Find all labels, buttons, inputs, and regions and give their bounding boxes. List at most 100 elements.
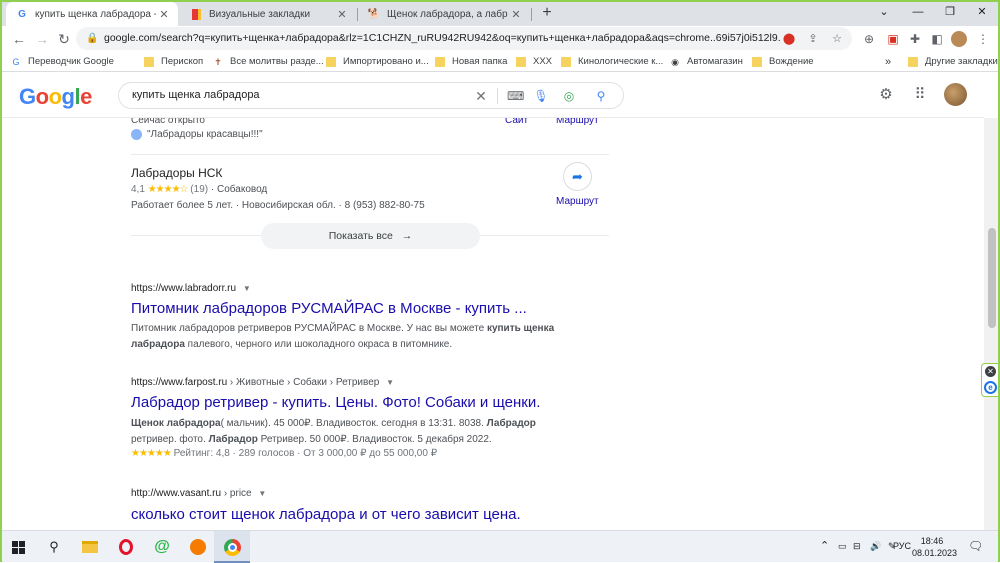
microphone-icon[interactable]: 🎙 xyxy=(533,88,549,104)
review-snippet: "Лабрадоры красавцы!!!" xyxy=(131,129,263,140)
extension-badge-icon[interactable]: ▣ xyxy=(884,30,902,48)
google-logo[interactable]: Google xyxy=(19,84,92,110)
show-all-button[interactable]: Показать все → xyxy=(261,223,480,249)
keyboard-icon[interactable]: ⌨ xyxy=(507,88,524,104)
tab-search-icon[interactable]: ⌄ xyxy=(868,2,900,22)
scrollbar-thumb[interactable] xyxy=(988,228,996,328)
rating-stars: ★★★★★ xyxy=(131,448,172,459)
result-url-text: https://www.farpost.ru xyxy=(131,377,228,388)
chevron-down-icon[interactable]: ▼ xyxy=(243,284,251,293)
divider xyxy=(131,154,609,155)
settings-gear-icon[interactable]: ⚙ xyxy=(876,85,896,105)
bookmarks-overflow-button[interactable]: » xyxy=(885,54,891,69)
clock[interactable]: 18:46 08.01.2023 xyxy=(912,535,957,559)
google-lens-icon[interactable]: ⬤ xyxy=(782,32,796,46)
lock-icon[interactable]: 🔒 xyxy=(86,27,98,50)
network-icon[interactable]: ⊟ xyxy=(853,541,861,552)
show-hidden-icons-icon[interactable]: ⌃ xyxy=(820,539,829,552)
result-url[interactable]: https://www.labradorr.ru ▼ xyxy=(131,283,251,294)
result-title[interactable]: Лабрадор ретривер - купить. Цены. Фото! … xyxy=(131,394,540,411)
close-icon[interactable]: ✕ xyxy=(508,8,524,21)
reviewer-avatar-icon xyxy=(131,129,142,140)
rating-value: 4,1 xyxy=(131,184,145,195)
website-link[interactable]: Сайт xyxy=(505,118,528,126)
apps-grid-icon[interactable]: ⠿ xyxy=(910,85,930,105)
back-icon[interactable]: ← xyxy=(9,29,29,49)
extension-side-widget[interactable]: ✕ e xyxy=(981,363,1000,397)
translate-icon: G xyxy=(12,56,20,67)
result-title[interactable]: сколько стоит щенок лабрадора и от чего … xyxy=(131,506,521,523)
result-url[interactable]: http://www.vasant.ru › price ▼ xyxy=(131,488,266,499)
search-box[interactable]: купить щенка лабрадора ✕ ⌨ 🎙 ◎ ⚲ xyxy=(118,82,624,109)
window-close-icon[interactable]: ✕ xyxy=(966,2,998,22)
media-app-icon[interactable] xyxy=(188,537,208,557)
tab-labrador-puppy[interactable]: 🐕 Щенок лабрадора, а лабрадор ✕ xyxy=(358,2,530,26)
close-icon[interactable]: ✕ xyxy=(156,8,172,21)
chevron-down-icon[interactable]: ▼ xyxy=(386,378,394,387)
arrow-right-icon: → xyxy=(401,230,413,242)
bookmark-translate[interactable]: G Переводчик Google xyxy=(11,54,114,69)
close-icon[interactable]: ✕ xyxy=(334,8,350,21)
close-icon[interactable]: ✕ xyxy=(985,366,996,377)
notifications-icon[interactable]: 🗨 xyxy=(968,539,983,553)
place-name[interactable]: Лабрадоры НСК xyxy=(131,166,222,180)
bookmark-other[interactable]: Другие закладки xyxy=(908,54,998,69)
opera-icon[interactable] xyxy=(116,537,136,557)
battery-icon[interactable]: ▭ xyxy=(838,541,847,552)
extensions-puzzle-icon[interactable]: ✚ xyxy=(906,30,924,48)
avatar[interactable] xyxy=(944,83,967,106)
directions-icon[interactable]: ➦ xyxy=(563,162,592,191)
profile-avatar-icon[interactable] xyxy=(950,30,968,48)
file-explorer-icon[interactable] xyxy=(80,537,100,557)
bookmark-xxx[interactable]: ХХХ xyxy=(516,54,552,69)
restore-icon[interactable]: ❐ xyxy=(934,2,966,22)
result-title[interactable]: Питомник лабрадоров РУСМАЙРАС в Москве -… xyxy=(131,300,527,317)
bookmark-prayers[interactable]: ✝ Все молитвы разде... xyxy=(213,54,323,69)
share-icon[interactable]: ⇪ xyxy=(806,32,820,46)
route-link[interactable]: Маршрут xyxy=(556,196,599,207)
result-url-text: https://www.labradorr.ru xyxy=(131,283,237,294)
side-panel-icon[interactable]: ◧ xyxy=(928,30,946,48)
windows-start-icon[interactable] xyxy=(8,537,28,557)
route-link[interactable]: Маршрут xyxy=(556,118,599,126)
new-tab-icon[interactable]: + xyxy=(538,4,556,22)
open-now-status: Сейчас открыто xyxy=(131,118,205,126)
minimize-icon[interactable]: — xyxy=(902,2,934,22)
forward-icon[interactable]: → xyxy=(32,29,52,49)
menu-icon[interactable]: ⋮ xyxy=(974,30,992,48)
bookmark-label: Кинологические к... xyxy=(578,56,664,67)
bookmark-label: Переводчик Google xyxy=(28,56,114,67)
review-count: (19) xyxy=(190,184,209,195)
bookmark-imported[interactable]: Импортировано и... xyxy=(326,54,429,69)
result-url[interactable]: https://www.farpost.ru › Животные › Соба… xyxy=(131,377,394,388)
folder-icon xyxy=(326,57,336,67)
result-rating: ★★★★★ Рейтинг: 4,8 · 289 голосов · От 3 … xyxy=(131,448,437,459)
google-favicon-icon: G xyxy=(18,8,26,20)
lens-camera-icon[interactable]: ◎ xyxy=(561,88,577,104)
bookmark-label: Вождение xyxy=(769,56,814,67)
bookmark-driving[interactable]: Вождение xyxy=(752,54,814,69)
chevron-down-icon[interactable]: ▼ xyxy=(258,489,266,498)
icq-messenger-icon[interactable]: @ xyxy=(152,537,172,557)
bookmark-periscope[interactable]: Перископ xyxy=(144,54,203,69)
bookmark-new-folder[interactable]: Новая папка xyxy=(435,54,507,69)
search-input[interactable]: купить щенка лабрадора xyxy=(132,83,260,108)
reload-icon[interactable]: ↻ xyxy=(54,29,74,49)
bookmark-autoshop[interactable]: ◉ Автомагазин xyxy=(670,54,743,69)
address-bar[interactable]: 🔒 google.com/search?q=купить+щенка+лабра… xyxy=(76,27,852,50)
language-indicator[interactable]: РУС xyxy=(893,541,911,551)
scrollbar[interactable] xyxy=(984,118,1000,530)
volume-icon[interactable]: 🔊 xyxy=(870,541,881,552)
tab-separator xyxy=(531,8,532,21)
bookmark-cynology[interactable]: Кинологические к... xyxy=(561,54,663,69)
search-results: Сейчас открыто Сайт Маршрут "Лабрадоры к… xyxy=(0,118,984,530)
chrome-icon[interactable] xyxy=(222,537,242,557)
clear-icon[interactable]: ✕ xyxy=(473,88,489,104)
extension-logo-icon[interactable]: e xyxy=(984,381,997,394)
tab-google-search[interactable]: G купить щенка лабрадора - Поиск ✕ xyxy=(6,2,178,26)
search-icon[interactable]: ⚲ xyxy=(44,537,64,557)
search-icon[interactable]: ⚲ xyxy=(593,88,609,104)
translate-icon[interactable]: ⊕ xyxy=(860,30,878,48)
tab-visual-bookmarks[interactable]: Визуальные закладки ✕ xyxy=(180,2,356,26)
bookmark-star-icon[interactable]: ☆ xyxy=(830,32,844,46)
